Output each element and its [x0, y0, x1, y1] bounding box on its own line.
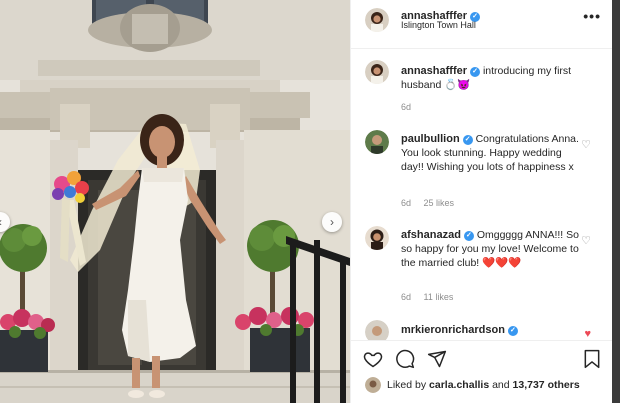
verified-badge-icon: ✓ [462, 135, 473, 145]
comment-likes[interactable]: 11 likes [424, 292, 454, 302]
likes-prefix: Liked by [387, 379, 427, 391]
post-header: annashafffer ✓ Islington Town Hall ••• [351, 0, 613, 49]
caption-avatar[interactable] [365, 60, 389, 84]
post-side-panel: annashafffer ✓ Islington Town Hall ••• an… [350, 0, 613, 403]
comment-meta: 6d 25 likes [401, 198, 464, 208]
comment-username[interactable]: paulbullion [401, 133, 460, 145]
share-icon[interactable] [427, 349, 447, 374]
comment-likes[interactable]: 25 likes [424, 198, 455, 208]
liker-username[interactable]: carla.challis [429, 379, 489, 391]
likes-count[interactable]: 13,737 others [513, 379, 580, 391]
verified-badge-icon: ✓ [470, 67, 481, 77]
chevron-right-icon[interactable]: › [322, 212, 342, 232]
comment-username[interactable]: afshanazad [401, 229, 461, 241]
heart-icon[interactable] [363, 349, 383, 374]
likes-conjunction: and [492, 379, 510, 391]
liker-avatar[interactable] [365, 377, 381, 393]
comment-text: mrkieronrichardson ✓ [401, 323, 579, 337]
wedding-photo-image [0, 0, 350, 403]
post-location[interactable]: Islington Town Hall [401, 20, 476, 30]
comment-item: afshanazad ✓ Omggggg ANNA!!! So so happy … [351, 226, 613, 306]
commenter-avatar[interactable] [365, 226, 389, 250]
caption-meta: 6d [401, 102, 421, 112]
bookmark-icon[interactable] [582, 349, 602, 374]
caption-age[interactable]: 6d [401, 102, 411, 112]
comment-icon[interactable] [395, 349, 415, 374]
comment-age[interactable]: 6d [401, 292, 411, 302]
instagram-post-view: ‹ › annashafffer✓ Islington Town Hall ••… [0, 0, 620, 403]
comment-liked-heart-icon[interactable]: ♥ [584, 328, 591, 340]
comment-age[interactable]: 6d [401, 198, 411, 208]
comment-meta: 6d 11 likes [401, 292, 463, 302]
post-photo[interactable]: ‹ › [0, 0, 350, 403]
commenter-avatar[interactable] [365, 130, 389, 154]
verified-badge-icon: ✓ [463, 231, 474, 241]
caption-username[interactable]: annashafffer [401, 65, 467, 77]
more-options-icon[interactable]: ••• [583, 8, 601, 24]
author-avatar[interactable] [365, 8, 389, 32]
comment-item: paulbullion ✓ Congratulations Anna. You l… [351, 130, 613, 210]
comment-text: paulbullion ✓ Congratulations Anna. You l… [401, 132, 579, 174]
page-edge-strip [612, 0, 620, 403]
post-actions: Liked by carla.challis and 13,737 others [351, 340, 613, 403]
caption-text: annashafffer ✓ introducing my first husba… [401, 64, 579, 92]
comment-like-heart-icon[interactable]: ♡ [581, 138, 591, 151]
comment-text: afshanazad ✓ Omggggg ANNA!!! So so happy … [401, 228, 579, 270]
post-caption: annashafffer ✓ introducing my first husba… [351, 60, 613, 116]
comment-like-heart-icon[interactable]: ♡ [581, 234, 591, 247]
verified-badge-icon: ✓ [507, 326, 518, 336]
comment-item: mrkieronrichardson ✓ ♥ [351, 320, 613, 344]
comment-username[interactable]: mrkieronrichardson [401, 324, 505, 336]
likes-summary: Liked by carla.challis and 13,737 others [387, 379, 580, 391]
